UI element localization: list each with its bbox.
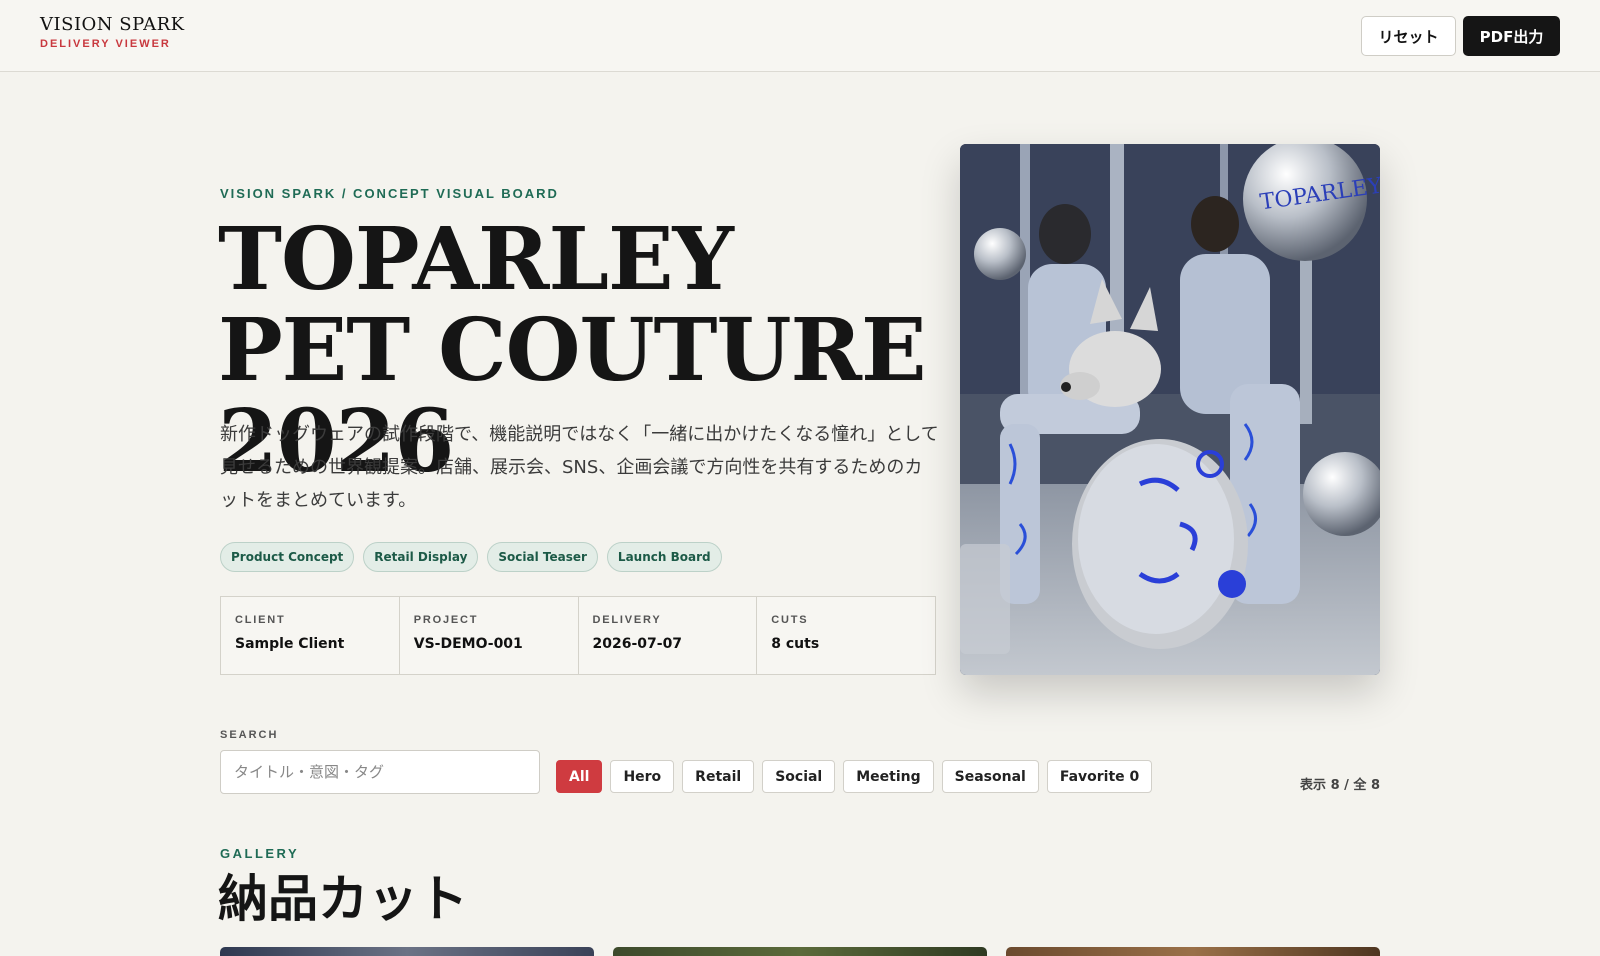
filter-chips: All Hero Retail Social Meeting Seasonal …	[556, 760, 1153, 793]
hero-image[interactable]: TOPARLEY	[960, 144, 1380, 675]
gallery-title: 納品カット	[218, 869, 468, 928]
tag-product-concept: Product Concept	[220, 542, 355, 572]
filter-meeting[interactable]: Meeting	[843, 760, 934, 793]
hero-eyebrow: VISION SPARK / CONCEPT VISUAL BOARD	[220, 186, 559, 201]
gallery-thumbnail[interactable]	[220, 947, 594, 956]
filter-favorite[interactable]: Favorite 0	[1046, 760, 1153, 793]
pdf-export-button[interactable]: PDF出力	[1463, 16, 1560, 56]
brand-name: VISION SPARK	[40, 14, 185, 35]
meta-value: Sample Client	[235, 636, 345, 652]
meta-delivery: DELIVERY 2026-07-07	[579, 597, 758, 674]
meta-value: VS-DEMO-001	[413, 636, 523, 652]
gallery-eyebrow: GALLERY	[220, 846, 300, 861]
gallery-thumbnail[interactable]	[613, 947, 987, 956]
meta-value: 2026-07-07	[592, 636, 683, 652]
filter-all[interactable]: All	[556, 760, 603, 793]
tag-list: Product Concept Retail Display Social Te…	[220, 542, 722, 572]
meta-label: DELIVERY	[592, 614, 662, 626]
reset-button[interactable]: リセット	[1361, 16, 1456, 56]
meta-client: CLIENT Sample Client	[221, 597, 400, 674]
project-meta-table: CLIENT Sample Client PROJECT VS-DEMO-001…	[220, 596, 936, 675]
gallery-thumbnail[interactable]	[1006, 947, 1380, 956]
hero-description: 新作ドッグウェアの試作段階で、機能説明ではなく「一緒に出かけたくなる憧れ」として…	[220, 424, 939, 511]
tag-social-teaser: Social Teaser	[487, 542, 598, 572]
filter-social[interactable]: Social	[762, 760, 836, 793]
brand-subtitle: DELIVERY VIEWER	[40, 38, 171, 50]
meta-label: CLIENT	[235, 614, 286, 626]
top-bar: VISION SPARK DELIVERY VIEWER リセット PDF出力	[0, 0, 1600, 72]
filter-retail[interactable]: Retail	[682, 760, 755, 793]
meta-value: 8 cuts	[771, 636, 820, 652]
meta-project: PROJECT VS-DEMO-001	[400, 597, 579, 674]
search-input[interactable]	[220, 750, 540, 794]
meta-label: CUTS	[771, 614, 809, 626]
brand-logo[interactable]: VISION SPARK DELIVERY VIEWER	[40, 14, 185, 51]
result-count: 表示 8 / 全 8	[1300, 778, 1380, 793]
filter-seasonal[interactable]: Seasonal	[941, 760, 1039, 793]
tag-launch-board: Launch Board	[606, 542, 722, 572]
search-label: SEARCH	[220, 729, 279, 741]
hero-image-illustration: TOPARLEY	[960, 144, 1380, 675]
filter-hero[interactable]: Hero	[610, 760, 675, 793]
tag-retail-display: Retail Display	[363, 542, 479, 572]
meta-cuts: CUTS 8 cuts	[757, 597, 935, 674]
meta-label: PROJECT	[413, 614, 479, 626]
